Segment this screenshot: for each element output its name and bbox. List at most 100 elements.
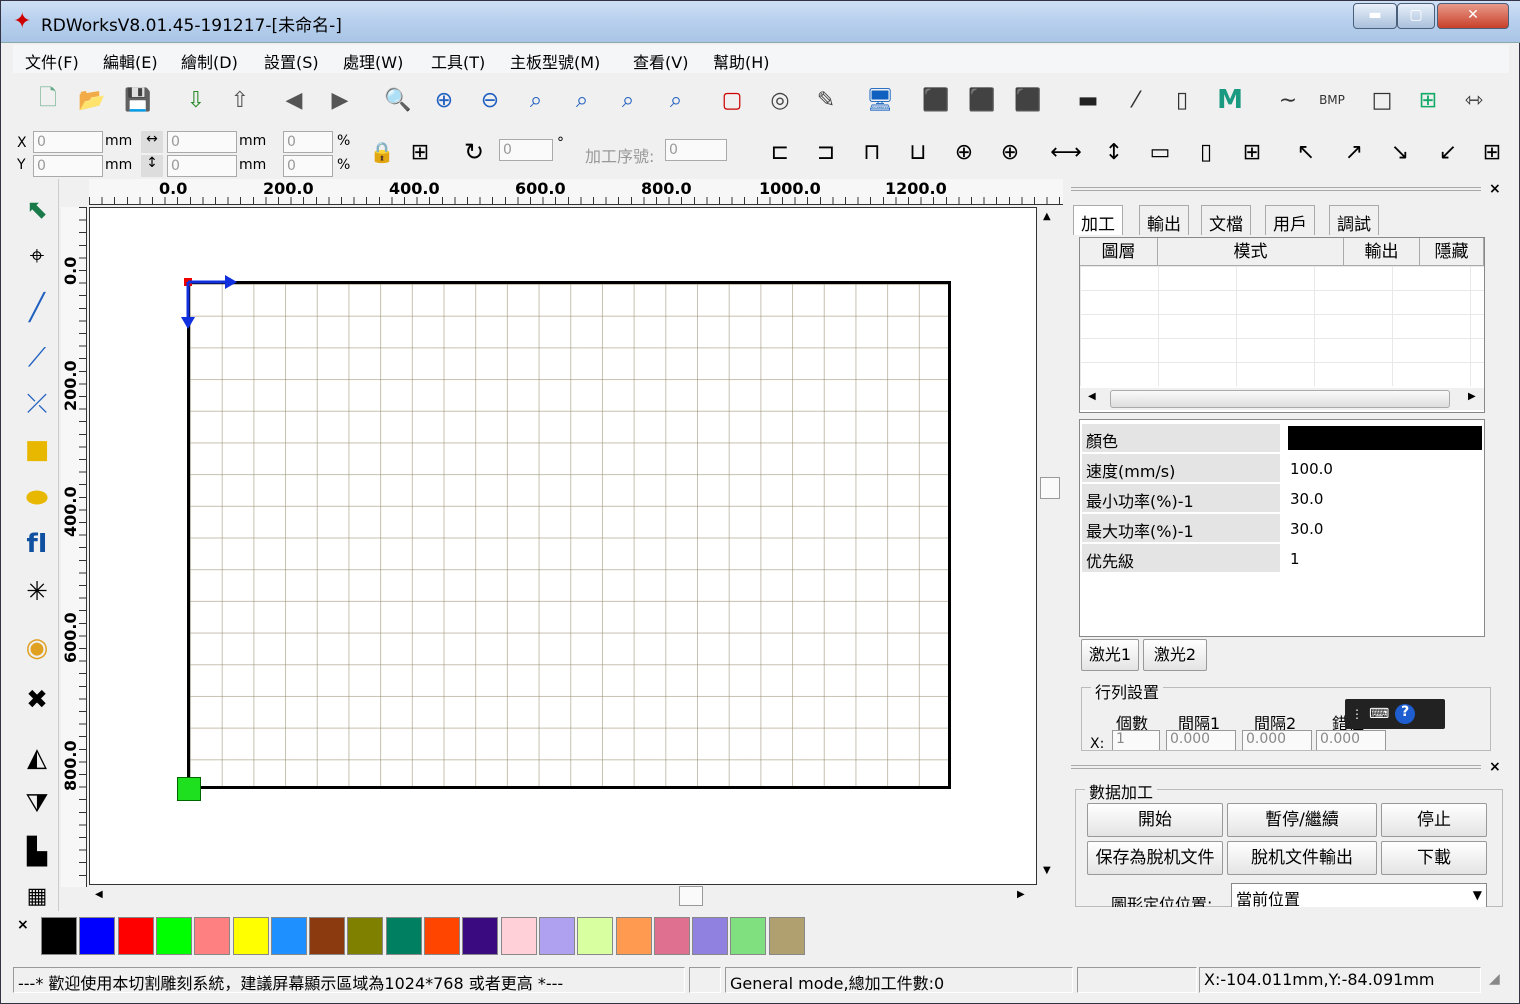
bmp-icon[interactable]: BMP — [1315, 83, 1349, 117]
lock-icon[interactable]: 🔒 — [365, 135, 399, 169]
text-icon[interactable]: fI — [19, 525, 55, 563]
menu-file[interactable]: 文件(F) — [25, 49, 79, 73]
export-icon[interactable]: ⇧ — [223, 83, 257, 117]
work-area[interactable] — [187, 281, 951, 789]
rectangle-icon[interactable]: ■ — [19, 431, 55, 469]
align-top-icon[interactable]: ⊓ — [855, 135, 889, 169]
align-bottom-icon[interactable]: ⊔ — [901, 135, 935, 169]
color-swatch[interactable] — [424, 917, 460, 955]
close-button[interactable]: ✕ — [1437, 3, 1509, 29]
menu-settings[interactable]: 設置(S) — [264, 49, 319, 73]
menu-help[interactable]: 幫助(H) — [713, 49, 770, 73]
chevron-down-icon[interactable]: ▼ — [1473, 888, 1482, 902]
offline-output-button[interactable]: 脫机文件輸出 — [1227, 841, 1377, 875]
node-edit-icon[interactable]: ⌖ — [19, 237, 55, 275]
arrow-nw-icon[interactable]: ↖ — [1289, 135, 1323, 169]
prop-row[interactable]: 最小功率(%)-1 30.0 — [1082, 484, 1482, 512]
ellipse-icon[interactable]: ⬬ — [19, 479, 55, 517]
tab-laser1[interactable]: 激光1 — [1081, 639, 1139, 671]
vertical-scrollbar[interactable]: ▲ ▼ — [1039, 207, 1061, 885]
smooth-curve-icon[interactable]: ✎ — [809, 83, 843, 117]
m-mode-icon[interactable]: M — [1213, 83, 1247, 117]
laser-head-marker[interactable] — [177, 777, 201, 801]
magic-wand-icon[interactable]: ⁄ — [1119, 83, 1153, 117]
arrow-sw-icon[interactable]: ↙ — [1431, 135, 1465, 169]
menu-process[interactable]: 處理(W) — [343, 49, 403, 73]
space-h-icon[interactable]: ⟷ — [1049, 135, 1083, 169]
col-hide[interactable]: 隱藏 — [1420, 238, 1484, 266]
ime-toolbar[interactable]: ⋮ ⌨ ? — [1345, 699, 1445, 729]
machine-icon[interactable]: ▬ — [1071, 83, 1105, 117]
same-size-icon[interactable]: ⊞ — [1235, 135, 1269, 169]
array-gap2-input[interactable]: 0.000 — [1242, 730, 1312, 750]
cut-optimize-icon[interactable]: ⬛ — [919, 83, 953, 117]
scroll-left-icon[interactable]: ◀ — [95, 889, 103, 900]
color-swatch[interactable] — [768, 917, 805, 955]
pause-continue-button[interactable]: 暫停/繼續 — [1227, 803, 1377, 837]
color-swatch[interactable] — [538, 917, 575, 955]
line-icon[interactable]: ╱ — [19, 289, 55, 327]
grid-position-icon[interactable]: ⊞ — [403, 135, 437, 169]
zoom-window-icon[interactable]: ⌕ — [659, 83, 693, 117]
color-swatch[interactable] — [194, 917, 231, 955]
menu-view[interactable]: 查看(V) — [633, 49, 688, 73]
color-swatch[interactable] — [155, 917, 192, 955]
prop-value[interactable]: 1 — [1288, 544, 1482, 572]
prop-color-swatch[interactable] — [1288, 426, 1482, 450]
camera-icon[interactable]: ◉ — [19, 629, 55, 667]
array-count-input[interactable]: 1 — [1112, 730, 1160, 750]
align-right-icon[interactable]: ⊐ — [809, 135, 843, 169]
prop-value[interactable]: 30.0 — [1288, 514, 1482, 542]
col-mode[interactable]: 模式 — [1158, 238, 1344, 266]
layer-table[interactable]: 圖層 模式 輸出 隱藏 ◀ ▶ — [1079, 237, 1485, 413]
tab-document[interactable]: 文檔 — [1201, 205, 1251, 235]
dot-icon[interactable]: ✳ — [19, 573, 55, 611]
color-swatch[interactable] — [309, 917, 346, 955]
scroll-left-icon[interactable]: ◀ — [1088, 391, 1096, 402]
mirror-v-icon[interactable]: ⧩ — [19, 785, 55, 823]
save-offline-button[interactable]: 保存為脫机文件 — [1087, 841, 1223, 875]
zoom-select-icon[interactable]: ⌕ — [565, 83, 599, 117]
array-offset-input[interactable]: 0.000 — [1316, 730, 1386, 750]
curve-tool-icon[interactable]: ⤫ — [19, 385, 55, 423]
start-button[interactable]: 開始 — [1087, 803, 1223, 837]
layer-scroll-thumb[interactable] — [1110, 390, 1450, 408]
tab-user[interactable]: 用戶 — [1265, 205, 1315, 235]
color-swatch[interactable] — [692, 917, 729, 955]
width-input[interactable]: 0 — [167, 131, 237, 153]
align-hcenter-icon[interactable]: ⊕ — [947, 135, 981, 169]
color-swatch[interactable] — [41, 917, 77, 955]
layer-hscrollbar[interactable]: ◀ ▶ — [1080, 388, 1484, 410]
arrow-se-icon[interactable]: ↘ — [1383, 135, 1417, 169]
color-swatch[interactable] — [270, 917, 307, 955]
zoom-in-icon[interactable]: 🔍 — [381, 83, 415, 117]
grid-array-icon[interactable]: ▦ — [19, 877, 55, 915]
array-gap1-input[interactable]: 0.000 — [1166, 730, 1236, 750]
tab-debug[interactable]: 調試 — [1329, 205, 1379, 235]
panel-close-icon[interactable]: × — [1489, 759, 1501, 775]
ruler-icon[interactable]: ▯ — [1165, 83, 1199, 117]
tab-output[interactable]: 輸出 — [1139, 205, 1189, 235]
open-folder-icon[interactable]: 📂 — [75, 83, 109, 117]
monitor-icon[interactable]: 🖥 — [863, 83, 897, 117]
col-output[interactable]: 輸出 — [1344, 238, 1420, 266]
minimize-button[interactable]: ▬ — [1353, 3, 1397, 29]
prop-row[interactable]: 最大功率(%)-1 30.0 — [1082, 514, 1482, 542]
resize-grip-icon[interactable]: ◢ — [1489, 971, 1500, 987]
prop-value[interactable]: 30.0 — [1288, 484, 1482, 512]
menu-board[interactable]: 主板型號(M) — [510, 49, 600, 73]
same-height-icon[interactable]: ▯ — [1189, 135, 1223, 169]
color-swatch[interactable] — [730, 917, 767, 955]
close-path-icon[interactable]: ⬛ — [965, 83, 999, 117]
vertical-scroll-thumb[interactable] — [1040, 477, 1060, 499]
color-swatch[interactable] — [615, 917, 652, 955]
array-copy-icon[interactable]: ▙ — [19, 833, 55, 871]
zoom-all-icon[interactable]: ⌕ — [611, 83, 645, 117]
horizontal-scrollbar[interactable]: ◀ ▶ — [89, 885, 1037, 907]
select-rect-icon[interactable]: ▢ — [715, 83, 749, 117]
prop-row[interactable]: 优先級 1 — [1082, 544, 1482, 572]
scale-x-input[interactable]: 0 — [283, 131, 333, 153]
scroll-down-icon[interactable]: ▼ — [1043, 865, 1051, 876]
help-icon[interactable]: ? — [1395, 704, 1416, 724]
color-swatch[interactable] — [117, 917, 154, 955]
